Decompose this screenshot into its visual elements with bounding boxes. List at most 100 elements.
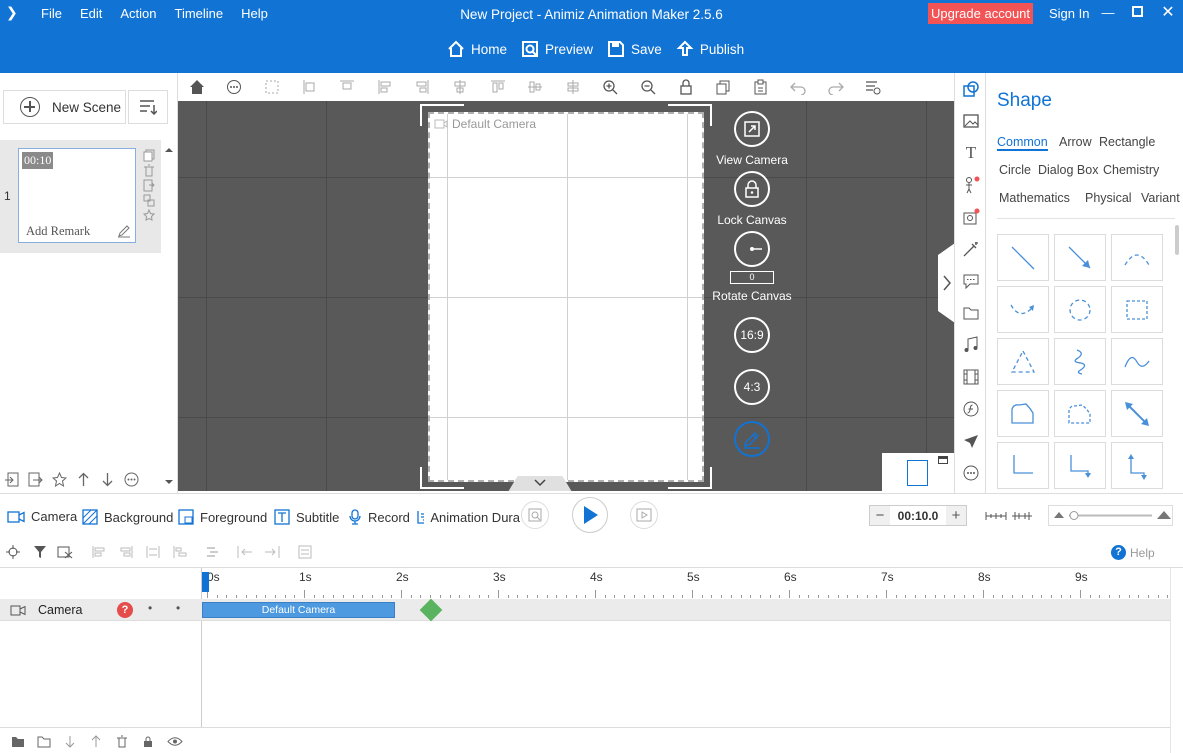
canvas-stage[interactable]: Default Camera View Camera Lock Canvas 0… [178, 101, 954, 491]
align-top-button[interactable] [328, 73, 366, 101]
new-scene-button[interactable]: New Scene [3, 90, 126, 124]
shape-dashed-triangle[interactable] [997, 338, 1049, 385]
delete-icon[interactable] [115, 735, 129, 748]
rotate-value-input[interactable]: 0 [730, 271, 774, 284]
formula-category-icon[interactable] [960, 398, 982, 420]
tab-subtitle[interactable]: Subtitle [274, 509, 339, 525]
distribute-vertical-button[interactable] [554, 73, 592, 101]
visibility-dot-icon[interactable]: • [148, 601, 152, 615]
category-rectangle[interactable]: Rectangle [1099, 135, 1155, 149]
shape-double-arrow[interactable] [1111, 390, 1163, 437]
sequence-icon[interactable] [173, 545, 187, 559]
shape-dashed-freeform[interactable] [1054, 390, 1106, 437]
aspect-16-9-button[interactable]: 16:9 [708, 317, 796, 353]
shape-line[interactable] [997, 234, 1049, 281]
bubble-category-icon[interactable] [960, 270, 982, 292]
expand-panel-tab[interactable] [938, 243, 955, 323]
sign-in-link[interactable]: Sign In [1049, 6, 1089, 21]
list-settings-button[interactable] [855, 73, 893, 101]
home-view-button[interactable] [178, 73, 216, 101]
category-dialog-box[interactable]: Dialog Box [1038, 163, 1098, 177]
add-folder-icon[interactable] [11, 735, 25, 748]
category-circle[interactable]: Circle [999, 163, 1031, 177]
center-vertical-button[interactable] [516, 73, 554, 101]
draw-mode-button[interactable] [708, 421, 796, 457]
lock-dot-icon[interactable]: • [176, 601, 180, 615]
shape-elbow-arrow[interactable] [1054, 442, 1106, 489]
category-mathematics[interactable]: Mathematics [999, 191, 1070, 205]
scene-scrollbar[interactable] [161, 140, 177, 493]
image-category-icon[interactable] [960, 110, 982, 132]
minimap-minimize-icon[interactable] [938, 456, 948, 464]
shape-elbow-line[interactable] [997, 442, 1049, 489]
fit-timeline-icon[interactable] [985, 509, 1007, 523]
tab-background[interactable]: Background [82, 509, 173, 525]
timeline-zoom-slider[interactable] [1048, 505, 1173, 526]
zoom-in-button[interactable] [592, 73, 630, 101]
move-down-icon[interactable] [100, 472, 115, 487]
same-duration-icon[interactable] [146, 545, 160, 559]
video-category-icon[interactable] [960, 366, 982, 388]
track-row-camera[interactable]: Camera ? • • [0, 599, 1170, 621]
distribute-left-button[interactable] [366, 73, 404, 101]
special-symbol-icon[interactable] [960, 206, 982, 228]
center-horizontal-button[interactable] [441, 73, 479, 101]
move-down-icon[interactable] [63, 735, 77, 748]
shape-dashed-rectangle[interactable] [1111, 286, 1163, 333]
import-icon[interactable] [4, 472, 19, 487]
canvas-minimap[interactable] [882, 453, 954, 491]
delete-scene-icon[interactable] [143, 164, 155, 177]
scene-item[interactable]: 1 00:10 Add Remark [0, 140, 161, 253]
align-end-icon[interactable] [119, 545, 133, 559]
lock-canvas-control[interactable]: Lock Canvas [708, 171, 796, 227]
shift-left-icon[interactable] [237, 545, 253, 559]
plane-category-icon[interactable] [960, 430, 982, 452]
preview-scene-button[interactable] [630, 501, 658, 529]
align-bottom-button[interactable] [479, 73, 517, 101]
preview-camera-button[interactable] [521, 501, 549, 529]
maximize-icon[interactable] [1127, 4, 1147, 22]
clear-icon[interactable] [57, 545, 73, 559]
filter-icon[interactable] [33, 545, 47, 559]
category-physical[interactable]: Physical [1085, 191, 1132, 205]
role-category-icon[interactable] [960, 174, 982, 196]
shape-freeform[interactable] [997, 390, 1049, 437]
camera-track-block[interactable]: Default Camera [202, 602, 395, 618]
shape-wave[interactable] [1111, 338, 1163, 385]
paste-button[interactable] [742, 73, 780, 101]
scroll-down-icon[interactable] [161, 476, 177, 488]
save-button[interactable]: Save [607, 40, 662, 58]
folder-icon[interactable] [37, 735, 51, 748]
tab-animation-duration[interactable]: Animation Dura [416, 509, 520, 525]
shape-elbow-double-arrow[interactable] [1111, 442, 1163, 489]
close-icon[interactable]: ✕ [1158, 4, 1178, 22]
home-button[interactable]: Home [447, 40, 507, 58]
tab-record[interactable]: Record [348, 509, 410, 525]
category-chemistry[interactable]: Chemistry [1103, 163, 1159, 177]
camera-frame[interactable]: Default Camera [428, 112, 704, 482]
menu-file[interactable]: File [32, 6, 71, 22]
expand-timeline-icon[interactable] [1011, 509, 1033, 523]
align-left-button[interactable] [291, 73, 329, 101]
category-arrow[interactable]: Arrow [1059, 135, 1092, 149]
list-icon[interactable] [298, 545, 312, 559]
tab-camera[interactable]: Camera [7, 509, 77, 524]
locate-icon[interactable] [6, 545, 20, 559]
scene-thumbnail[interactable]: 00:10 Add Remark [18, 148, 136, 243]
zoom-out-button[interactable] [629, 73, 667, 101]
timeline-scrollbar[interactable] [1170, 568, 1183, 753]
increase-duration-button[interactable]: + [946, 506, 966, 525]
shape-dashed-arc[interactable] [1111, 234, 1163, 281]
copy-button[interactable] [704, 73, 742, 101]
minimize-icon[interactable]: — [1098, 4, 1118, 22]
duration-stepper[interactable]: − 00:10.0 + [869, 505, 967, 526]
menu-action[interactable]: Action [111, 6, 165, 22]
scene-sort-button[interactable] [128, 90, 168, 124]
add-remark-label[interactable]: Add Remark [26, 224, 90, 239]
edit-remark-icon[interactable] [117, 224, 131, 241]
tab-foreground[interactable]: Foreground [178, 509, 267, 525]
copy-scene-icon[interactable] [143, 149, 155, 162]
shape-scrollbar[interactable] [1175, 225, 1179, 255]
star-icon[interactable] [52, 471, 67, 487]
more-categories-icon[interactable] [960, 462, 982, 484]
